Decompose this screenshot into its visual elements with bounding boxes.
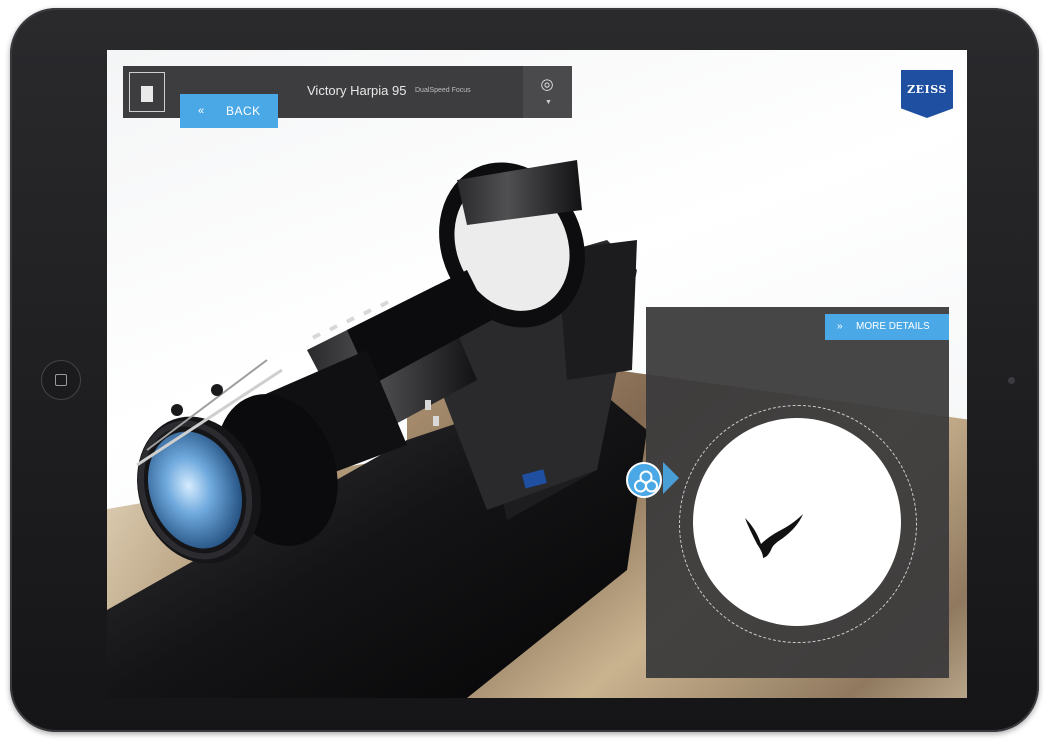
product-subtitle: DualSpeed Focus	[415, 87, 471, 94]
globe-icon: ◎	[540, 76, 554, 93]
app-menu-icon[interactable]	[129, 72, 165, 112]
home-square-icon	[55, 374, 67, 386]
language-button[interactable]: ◎ ▼	[523, 66, 572, 118]
front-camera	[1008, 377, 1015, 384]
lens-hotspot-button[interactable]	[626, 462, 662, 498]
back-label: BACK	[226, 104, 261, 118]
hotspot-pointer	[663, 462, 679, 494]
product-title: Victory Harpia 95	[307, 83, 407, 98]
back-button[interactable]: « BACK	[180, 94, 278, 128]
chevron-down-icon: ▼	[545, 99, 552, 106]
lens-elements-icon	[634, 470, 658, 493]
bird-silhouette-icon	[745, 514, 803, 558]
more-details-button[interactable]: » MORE DETAILS	[825, 314, 949, 340]
chevron-double-left-icon: «	[198, 105, 205, 117]
home-button[interactable]	[41, 360, 81, 400]
logo-text: ZEISS	[907, 83, 947, 96]
zeiss-logo: ZEISS	[901, 70, 953, 118]
chevron-double-right-icon: »	[837, 321, 843, 332]
app-screen: Victory Harpia 95 DualSpeed Focus ◎ ▼ « …	[107, 50, 967, 698]
more-details-label: MORE DETAILS	[856, 321, 930, 332]
